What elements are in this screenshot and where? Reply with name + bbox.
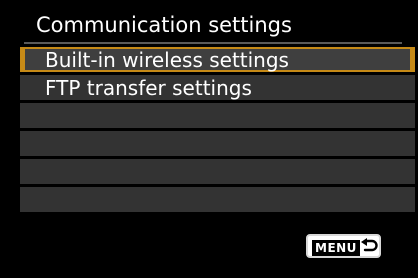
page-title: Communication settings: [36, 13, 292, 37]
menu-item-built-in-wireless-settings[interactable]: Built-in wireless settings: [20, 47, 415, 72]
return-arrow-icon: [361, 238, 378, 252]
menu-item-ftp-transfer-settings[interactable]: FTP transfer settings: [20, 75, 415, 100]
menu-list: Built-in wireless settings FTP transfer …: [20, 47, 415, 215]
menu-item-label: FTP transfer settings: [45, 76, 252, 100]
menu-button-label: MENU: [312, 240, 360, 256]
menu-item-empty: [20, 131, 415, 156]
menu-item-empty: [20, 103, 415, 128]
menu-item-empty: [20, 187, 415, 212]
menu-item-empty: [20, 159, 415, 184]
communication-settings-screen: Communication settings Built-in wireless…: [0, 0, 418, 278]
title-divider: [24, 42, 402, 44]
menu-back-button[interactable]: MENU: [306, 234, 381, 258]
menu-item-label: Built-in wireless settings: [45, 48, 289, 72]
